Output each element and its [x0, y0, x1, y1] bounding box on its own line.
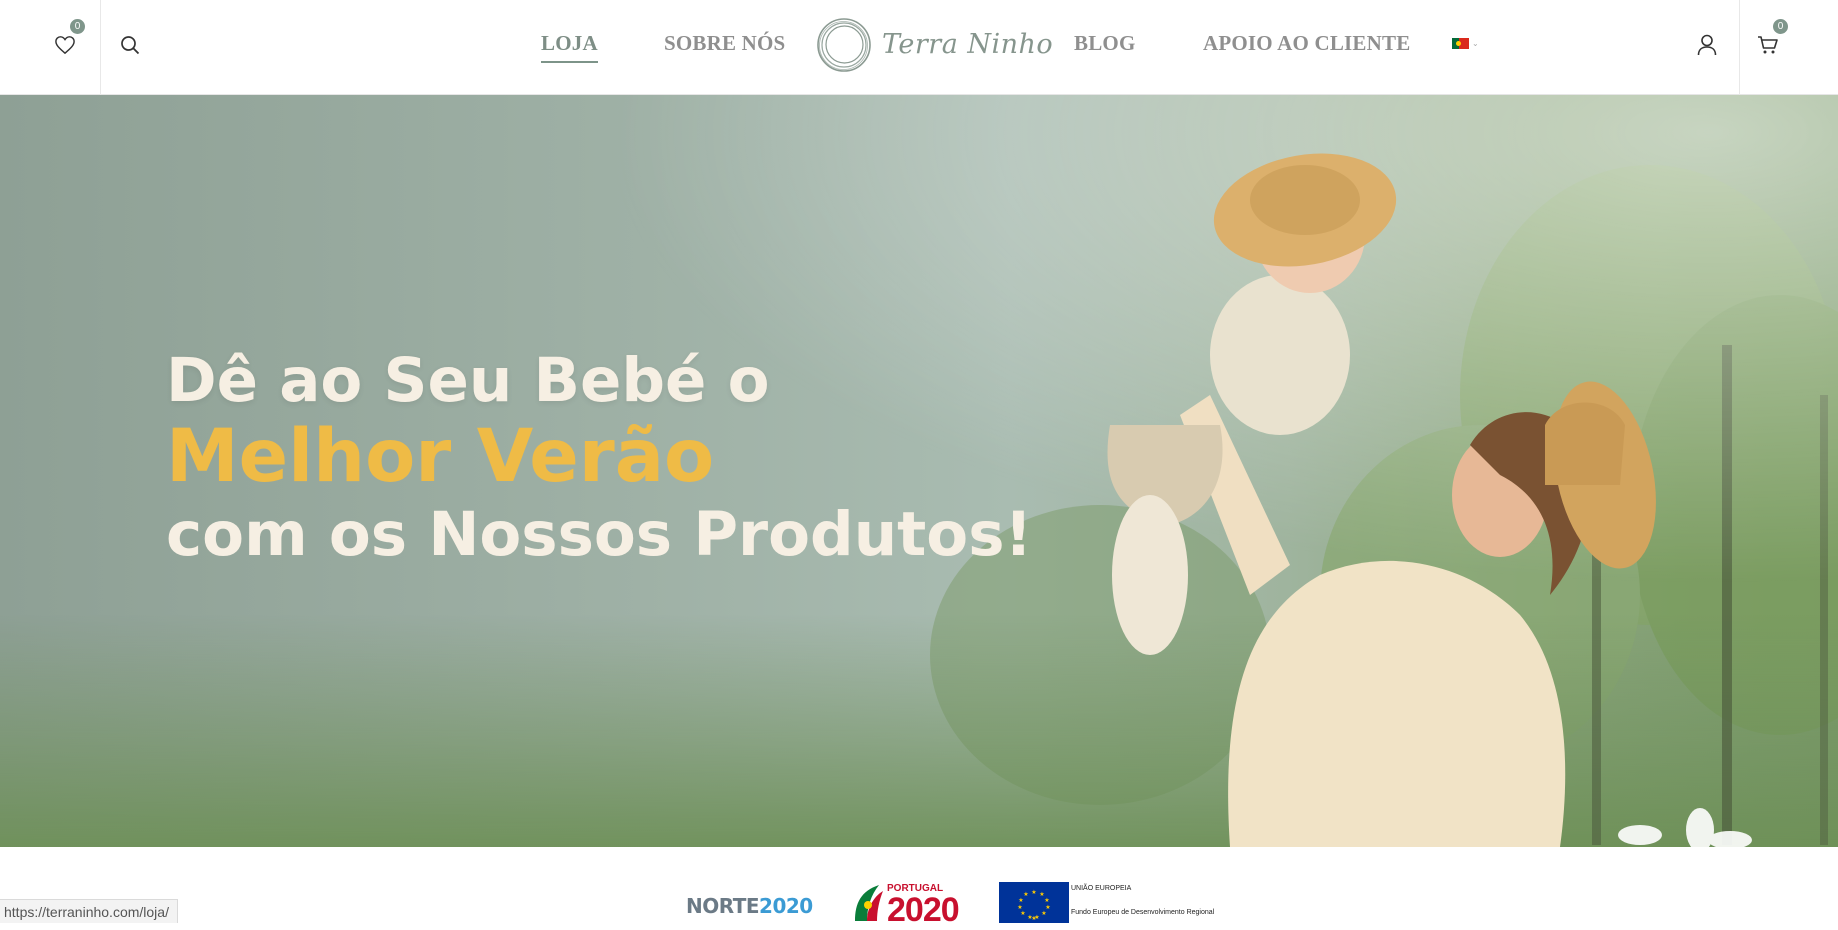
svg-text:★: ★	[1041, 910, 1046, 917]
hero-headline: Dê ao Seu Bebé o Melhor Verão com os Nos…	[166, 345, 1032, 573]
svg-text:★: ★	[1018, 897, 1023, 904]
nav-blog[interactable]: BLOG	[1074, 31, 1135, 56]
hero-line-2-highlight: Melhor Verão	[166, 414, 715, 499]
nav-active-underline	[541, 61, 598, 63]
nav-blog-label: BLOG	[1074, 31, 1136, 55]
cart-icon	[1758, 36, 1778, 54]
eu-subtitle: Fundo Europeu de Desenvolvimento Regiona…	[1071, 909, 1215, 916]
svg-text:★: ★	[1031, 889, 1036, 896]
portugal-2020-mark-icon	[855, 885, 883, 921]
norte-text: NORTE	[686, 894, 760, 918]
svg-text:★: ★	[1044, 897, 1049, 904]
portugal-2020-logo: PORTUGAL 2020	[853, 883, 985, 929]
cart-count-badge: 0	[1773, 19, 1788, 34]
site-header: 0 LOJA SOBRE NÓS Terra Ninho BLOG APOIO …	[0, 0, 1838, 95]
svg-text:★: ★	[1031, 915, 1036, 922]
terra-ninho-logo[interactable]: Terra Ninho	[814, 15, 1053, 75]
search-icon	[121, 36, 140, 55]
hero-line-3: com os Nossos Produtos!	[166, 499, 1033, 570]
header-divider-left	[100, 0, 101, 95]
portugal-year: 2020	[887, 891, 960, 929]
logo-text: Terra Ninho	[882, 29, 1054, 60]
wishlist-button[interactable]: 0	[45, 19, 85, 65]
cart-button[interactable]: 0	[1748, 19, 1788, 65]
portugal-flag-icon	[1452, 38, 1469, 49]
norte-year: 2020	[759, 894, 813, 918]
search-button[interactable]	[110, 25, 150, 65]
status-bar-url: https://terraninho.com/loja/	[0, 899, 178, 923]
eu-title: UNIÃO EUROPEIA	[1071, 885, 1132, 892]
nav-apoio-ao-cliente[interactable]: APOIO AO CLIENTE	[1203, 31, 1410, 56]
wishlist-count-badge: 0	[70, 19, 85, 34]
nav-sobre-nos-label: SOBRE NÓS	[664, 31, 786, 55]
chevron-down-icon: ⌄	[1472, 39, 1479, 48]
user-icon	[1697, 34, 1717, 56]
hero-banner[interactable]: Dê ao Seu Bebé o Melhor Verão com os Nos…	[0, 95, 1838, 847]
eu-flag-icon: ★ ★ ★ ★ ★ ★ ★ ★ ★ ★ ★ ★	[999, 882, 1069, 923]
svg-text:★: ★	[1023, 891, 1028, 898]
nav-sobre-nos[interactable]: SOBRE NÓS	[664, 31, 785, 56]
hero-line-1: Dê ao Seu Bebé o	[166, 345, 770, 416]
svg-text:★: ★	[1020, 910, 1025, 917]
account-button[interactable]	[1687, 25, 1727, 65]
norte-2020-logo: NORTE2020	[686, 894, 813, 918]
nav-apoio-label: APOIO AO CLIENTE	[1203, 31, 1411, 55]
nav-loja-label: LOJA	[541, 31, 598, 55]
funding-logos-strip: NORTE2020 PORTUGAL 2020 ★ ★ ★ ★ ★ ★ ★ ★ ★ ★ ★ ★ U…	[0, 847, 1838, 929]
svg-text:★: ★	[1017, 904, 1022, 911]
nav-loja[interactable]: LOJA	[541, 31, 598, 63]
header-divider-right	[1739, 0, 1740, 95]
heart-icon	[55, 36, 75, 55]
language-selector[interactable]: ⌄	[1452, 38, 1479, 49]
circle-logo-icon	[817, 18, 871, 72]
